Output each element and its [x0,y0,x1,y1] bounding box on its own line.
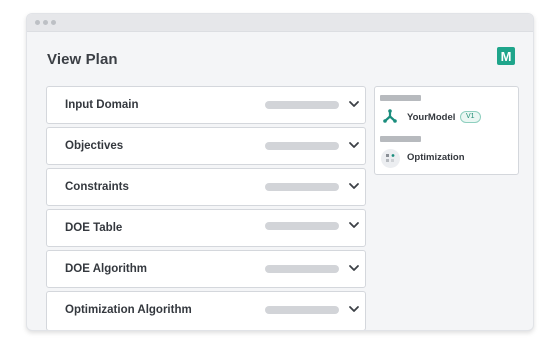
app-window: View Plan M Input Domain Objectives Cons… [26,13,534,331]
panel-label: DOE Table [65,222,123,234]
placeholder-bar [265,101,339,109]
placeholder-bar [265,265,339,273]
panel-optimization-algorithm[interactable]: Optimization Algorithm [46,291,366,330]
version-badge: V1 [460,111,481,123]
chevron-down-icon[interactable] [347,218,361,232]
chevron-down-icon[interactable] [347,261,361,275]
window-titlebar [27,14,533,32]
panel-label: DOE Algorithm [65,263,147,275]
placeholder-bar [265,222,339,230]
plan-summary-card: YourModel V1 Optimization [374,86,519,175]
model-name[interactable]: YourModel [407,112,455,123]
panel-label: Objectives [65,140,124,152]
app-logo: M [497,47,515,65]
page-title: View Plan [47,51,118,68]
panel-constraints[interactable]: Constraints [46,168,366,206]
panel-label: Constraints [65,181,129,193]
chevron-down-icon[interactable] [347,302,361,316]
optimization-icon [381,149,400,168]
placeholder-bar [380,95,421,101]
panel-input-domain[interactable]: Input Domain [46,86,366,124]
panel-objectives[interactable]: Objectives [46,127,366,165]
panel-doe-algorithm[interactable]: DOE Algorithm [46,250,366,288]
placeholder-bar [265,183,339,191]
window-dot-icon [35,20,40,25]
optimization-name[interactable]: Optimization [407,152,465,163]
placeholder-bar [380,136,421,142]
placeholder-bar [265,142,339,150]
window-dot-icon [43,20,48,25]
model-graph-icon [383,109,397,123]
panel-label: Optimization Algorithm [65,304,192,316]
window-dot-icon [51,20,56,25]
panel-label: Input Domain [65,99,139,111]
chevron-down-icon[interactable] [347,97,361,111]
panel-doe-table[interactable]: DOE Table [46,209,366,247]
chevron-down-icon[interactable] [347,138,361,152]
chevron-down-icon[interactable] [347,179,361,193]
placeholder-bar [265,306,339,314]
